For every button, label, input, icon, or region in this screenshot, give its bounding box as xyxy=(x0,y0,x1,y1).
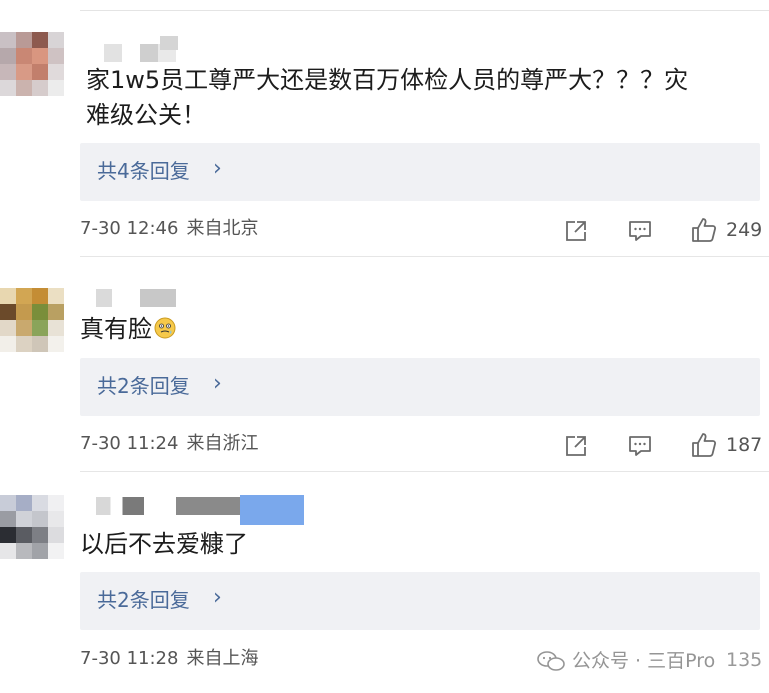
comment-text: 真有脸 xyxy=(80,311,176,347)
comment-item: 真有脸 共2条回复 › 7-30 11:24 来自浙江 187 xyxy=(0,256,769,471)
comment-icon[interactable] xyxy=(627,218,653,244)
like-count: 187 xyxy=(726,434,763,456)
comment-meta: 7-30 11:24 来自浙江 xyxy=(80,432,258,456)
comment-text: 难级公关！ xyxy=(86,101,206,129)
comment-text: 以后不去爱糠了 xyxy=(80,530,248,558)
thumbs-up-icon[interactable] xyxy=(690,431,718,459)
username-badge-redacted[interactable] xyxy=(240,495,304,525)
like-count: 135 xyxy=(726,649,763,671)
chevron-right-icon: › xyxy=(213,371,222,396)
wechat-logo-icon xyxy=(537,651,565,671)
chevron-right-icon: › xyxy=(213,585,222,610)
view-replies-button[interactable]: 共2条回复 › xyxy=(80,572,760,630)
share-icon[interactable] xyxy=(563,433,589,459)
comment-location: 来自上海 xyxy=(186,648,259,669)
comment-date: 7-30 12:46 xyxy=(80,218,179,239)
avatar[interactable] xyxy=(0,32,64,96)
username-redacted[interactable] xyxy=(176,497,240,515)
thumbs-up-icon[interactable] xyxy=(690,216,718,244)
share-icon[interactable] xyxy=(563,218,589,244)
avatar[interactable] xyxy=(0,288,64,352)
comment-text: 家1w5员工尊严大还是数百万体检人员的尊严大？？？灾 xyxy=(86,66,689,94)
replies-label: 共2条回复 xyxy=(97,374,190,398)
watermark-label: 公众号 · 三百Pro xyxy=(572,650,716,672)
username-redacted[interactable] xyxy=(160,36,178,50)
replies-label: 共2条回复 xyxy=(97,588,190,612)
username-redacted[interactable] xyxy=(96,497,144,515)
flushed-emoji-icon xyxy=(154,317,176,339)
comment-text-content: 真有脸 xyxy=(80,315,152,343)
comment-location: 来自浙江 xyxy=(186,433,259,454)
replies-label: 共4条回复 xyxy=(97,159,190,183)
username-redacted[interactable] xyxy=(96,289,176,307)
comment-location: 来自北京 xyxy=(186,218,259,239)
comment-date: 7-30 11:28 xyxy=(80,648,179,669)
comment-meta: 7-30 11:28 来自上海 xyxy=(80,647,258,671)
comment-icon[interactable] xyxy=(627,433,653,459)
comment-date: 7-30 11:24 xyxy=(80,433,179,454)
comment-item: 家1w5员工尊严大还是数百万体检人员的尊严大？？？灾 难级公关！ 共4条回复 ›… xyxy=(0,0,769,255)
comment-meta: 7-30 12:46 来自北京 xyxy=(80,217,258,241)
view-replies-button[interactable]: 共4条回复 › xyxy=(80,143,760,201)
chevron-right-icon: › xyxy=(213,156,222,181)
view-replies-button[interactable]: 共2条回复 › xyxy=(80,358,760,416)
like-count: 249 xyxy=(726,219,763,241)
avatar[interactable] xyxy=(0,495,64,559)
